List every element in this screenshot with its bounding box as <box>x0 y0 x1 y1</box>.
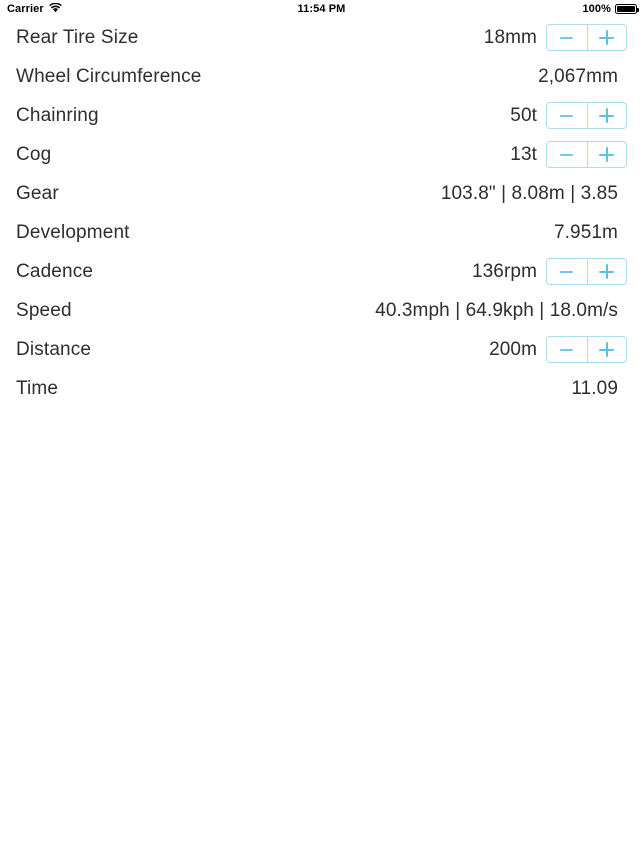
stepper-increment-button-distance[interactable] <box>586 337 627 362</box>
stepper-increment-button-rear-tire-size[interactable] <box>586 25 627 50</box>
row-chainring: Chainring 50t <box>0 96 643 135</box>
stepper-decrement-button-distance[interactable] <box>547 337 587 362</box>
row-right-cog: 13t <box>510 141 627 168</box>
row-rear-tire-size: Rear Tire Size 18mm <box>0 18 643 57</box>
row-label-cog: Cog <box>16 143 52 165</box>
row-speed: Speed 40.3mph | 64.9kph | 18.0m/s <box>0 291 643 330</box>
minus-icon <box>560 114 574 117</box>
row-value-speed: 40.3mph | 64.9kph | 18.0m/s <box>375 299 618 321</box>
row-distance: Distance 200m <box>0 330 643 369</box>
row-value-gear: 103.8" | 8.08m | 3.85 <box>440 182 618 204</box>
row-value-cadence: 136rpm <box>471 260 537 282</box>
stepper-cog[interactable] <box>546 141 627 168</box>
row-value-wheel-circumference: 2,067mm <box>538 65 618 87</box>
stepper-chainring[interactable] <box>546 102 627 129</box>
plus-icon <box>599 147 615 162</box>
row-cadence: Cadence 136rpm <box>0 252 643 291</box>
stepper-cadence[interactable] <box>546 258 627 285</box>
row-label-wheel-circumference: Wheel Circumference <box>16 65 202 87</box>
row-right-gear: 103.8" | 8.08m | 3.85 <box>441 183 627 205</box>
row-value-cog: 13t <box>510 143 537 165</box>
battery-percent-label: 100% <box>582 3 611 15</box>
row-right-speed: 40.3mph | 64.9kph | 18.0m/s <box>375 300 627 322</box>
status-bar: Carrier 11:54 PM 100% <box>0 0 643 18</box>
row-value-chainring: 50t <box>510 104 537 126</box>
row-cog: Cog 13t <box>0 135 643 174</box>
stepper-decrement-button-cog[interactable] <box>547 142 587 167</box>
row-value-rear-tire-size: 18mm <box>483 26 537 48</box>
row-label-chainring: Chainring <box>16 104 99 126</box>
row-label-cadence: Cadence <box>16 260 94 282</box>
battery-full-icon <box>615 4 639 14</box>
stepper-increment-button-cog[interactable] <box>586 142 627 167</box>
row-wheel-circumference: Wheel Circumference 2,067mm <box>0 57 643 96</box>
minus-icon <box>560 348 574 351</box>
row-label-development: Development <box>16 221 130 243</box>
row-label-rear-tire-size: Rear Tire Size <box>16 26 139 48</box>
row-value-time: 11.09 <box>571 377 618 399</box>
minus-icon <box>560 270 574 273</box>
row-label-time: Time <box>16 377 59 399</box>
stepper-rear-tire-size[interactable] <box>546 24 627 51</box>
stepper-increment-button-cadence[interactable] <box>586 259 627 284</box>
stepper-distance[interactable] <box>546 336 627 363</box>
settings-list: Rear Tire Size 18mm Wheel Circumference 2,0… <box>0 18 643 408</box>
row-right-cadence: 136rpm <box>472 258 627 285</box>
status-bar-right: 100% <box>582 3 639 15</box>
plus-icon <box>599 108 615 123</box>
plus-icon <box>599 342 615 357</box>
stepper-decrement-button-rear-tire-size[interactable] <box>547 25 587 50</box>
row-right-time: 11.09 <box>571 378 627 400</box>
row-label-speed: Speed <box>16 299 72 321</box>
status-bar-clock: 11:54 PM <box>297 3 346 15</box>
minus-icon <box>560 153 574 156</box>
row-value-distance: 200m <box>489 338 537 360</box>
row-gear: Gear 103.8" | 8.08m | 3.85 <box>0 174 643 213</box>
minus-icon <box>560 36 574 39</box>
row-right-development: 7.951m <box>554 222 627 244</box>
plus-icon <box>599 264 615 279</box>
stepper-decrement-button-chainring[interactable] <box>547 103 587 128</box>
row-time: Time 11.09 <box>0 369 643 408</box>
stepper-increment-button-chainring[interactable] <box>586 103 627 128</box>
stepper-decrement-button-cadence[interactable] <box>547 259 587 284</box>
row-development: Development 7.951m <box>0 213 643 252</box>
row-label-distance: Distance <box>16 338 92 360</box>
row-right-rear-tire-size: 18mm <box>484 24 627 51</box>
row-value-development: 7.951m <box>554 221 618 243</box>
row-right-distance: 200m <box>489 336 627 363</box>
row-label-gear: Gear <box>16 182 59 204</box>
row-right-chainring: 50t <box>510 102 627 129</box>
plus-icon <box>599 30 615 45</box>
battery-fill <box>617 6 635 12</box>
row-right-wheel-circumference: 2,067mm <box>538 66 627 88</box>
